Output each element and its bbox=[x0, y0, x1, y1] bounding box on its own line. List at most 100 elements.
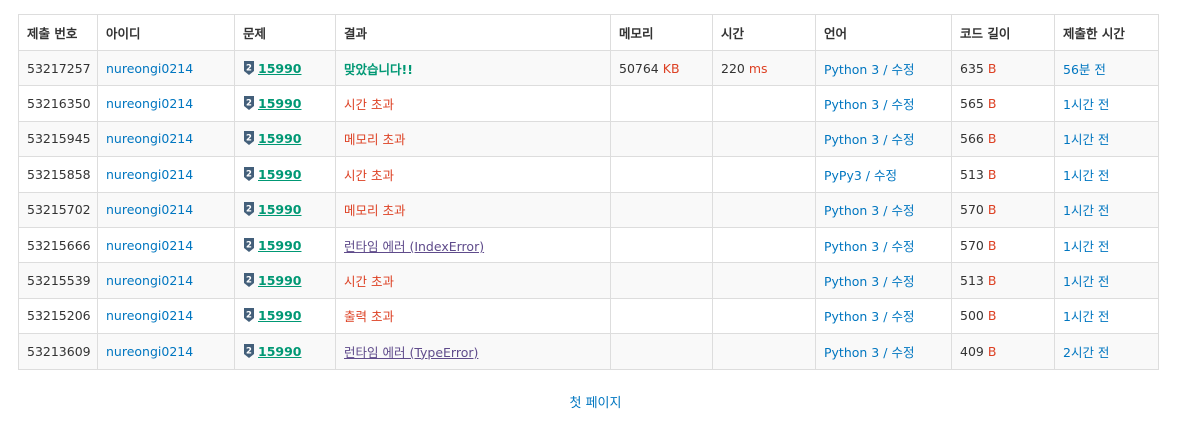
language-link[interactable]: Python 3 bbox=[824, 345, 879, 360]
result-text: 맞았습니다!! bbox=[344, 61, 413, 77]
tier-level: 2 bbox=[246, 134, 252, 144]
user-link[interactable]: nureongi0214 bbox=[106, 238, 193, 253]
language-link[interactable]: Python 3 bbox=[824, 62, 879, 77]
user-link[interactable]: nureongi0214 bbox=[106, 202, 193, 217]
edit-link[interactable]: 수정 bbox=[891, 132, 914, 147]
user-cell: nureongi0214 bbox=[97, 226, 235, 264]
problem-link[interactable]: 15990 bbox=[258, 61, 302, 76]
code-length-value: 409 bbox=[960, 343, 984, 359]
user-link[interactable]: nureongi0214 bbox=[106, 167, 193, 182]
user-link[interactable]: nureongi0214 bbox=[106, 273, 193, 288]
header-time: 시간 bbox=[712, 14, 816, 51]
problem-link[interactable]: 15990 bbox=[258, 238, 302, 253]
problem-link[interactable]: 15990 bbox=[258, 344, 302, 359]
result-text: 시간 초과 bbox=[344, 274, 394, 290]
edit-link[interactable]: 수정 bbox=[891, 309, 914, 324]
time-cell: 220 ms bbox=[712, 49, 816, 87]
edit-link[interactable]: 수정 bbox=[891, 62, 914, 77]
language-cell: Python 3 / 수정 bbox=[815, 333, 952, 370]
language-link[interactable]: Python 3 bbox=[824, 203, 879, 218]
tier-level: 2 bbox=[246, 205, 252, 215]
edit-link[interactable]: 수정 bbox=[891, 345, 914, 360]
user-link[interactable]: nureongi0214 bbox=[106, 131, 193, 146]
language-link[interactable]: Python 3 bbox=[824, 274, 879, 289]
first-page-link[interactable]: 첫 페이지 bbox=[570, 396, 622, 411]
header-language: 언어 bbox=[815, 14, 952, 51]
user-cell: nureongi0214 bbox=[97, 262, 235, 299]
code-length-value: 566 bbox=[960, 131, 984, 147]
submitted-at-link[interactable]: 1시간 전 bbox=[1063, 274, 1109, 289]
edit-link[interactable]: 수정 bbox=[891, 239, 914, 254]
memory-unit: KB bbox=[662, 60, 680, 76]
edit-link[interactable]: 수정 bbox=[891, 274, 914, 289]
submitted-at-link[interactable]: 2시간 전 bbox=[1063, 345, 1109, 360]
submission-id: 53215206 bbox=[18, 297, 98, 335]
user-link[interactable]: nureongi0214 bbox=[106, 308, 193, 323]
user-cell: nureongi0214 bbox=[97, 156, 235, 193]
result-text[interactable]: 런타임 에러 (TypeError) bbox=[344, 345, 478, 360]
language-link[interactable]: Python 3 bbox=[824, 309, 879, 324]
result-text: 시간 초과 bbox=[344, 167, 394, 183]
user-link[interactable]: nureongi0214 bbox=[106, 61, 193, 76]
code-length-unit: B bbox=[987, 343, 997, 359]
problem-link[interactable]: 15990 bbox=[258, 131, 302, 146]
result-cell: 메모리 초과 bbox=[335, 191, 611, 228]
edit-link[interactable]: 수정 bbox=[891, 97, 914, 112]
submitted-at-link[interactable]: 1시간 전 bbox=[1063, 97, 1109, 112]
edit-link[interactable]: 수정 bbox=[891, 203, 914, 218]
result-text: 시간 초과 bbox=[344, 97, 394, 113]
language-link[interactable]: Python 3 bbox=[824, 239, 879, 254]
problem-link[interactable]: 15990 bbox=[258, 96, 302, 111]
problem-cell: 2 15990 bbox=[234, 297, 336, 335]
result-cell: 런타임 에러 (IndexError) bbox=[335, 226, 611, 264]
edit-link[interactable]: 수정 bbox=[874, 168, 897, 183]
header-memory: 메모리 bbox=[610, 14, 713, 51]
submission-id: 53217257 bbox=[18, 49, 98, 87]
language-link[interactable]: PyPy3 bbox=[824, 168, 862, 183]
submitted-at-link[interactable]: 1시간 전 bbox=[1063, 309, 1109, 324]
problem-cell: 2 15990 bbox=[234, 191, 336, 228]
memory-cell bbox=[610, 262, 713, 299]
table-row: 53215539 nureongi0214 2 15990 시간 초과 Python 3 … bbox=[18, 262, 1159, 299]
result-cell: 런타임 에러 (TypeError) bbox=[335, 333, 611, 370]
user-link[interactable]: nureongi0214 bbox=[106, 96, 193, 111]
tier-level: 2 bbox=[246, 63, 252, 73]
submitted-at-cell: 1시간 전 bbox=[1054, 262, 1159, 299]
tier-level: 2 bbox=[246, 275, 252, 285]
submitted-at-link[interactable]: 1시간 전 bbox=[1063, 203, 1109, 218]
user-cell: nureongi0214 bbox=[97, 49, 235, 87]
code-length-cell: 409 B bbox=[951, 333, 1055, 370]
user-link[interactable]: nureongi0214 bbox=[106, 344, 193, 359]
problem-link[interactable]: 15990 bbox=[258, 308, 302, 323]
table-row: 53215945 nureongi0214 2 15990 메모리 초과 Python 3… bbox=[18, 120, 1159, 158]
submitted-at-link[interactable]: 1시간 전 bbox=[1063, 168, 1109, 183]
result-text[interactable]: 런타임 에러 (IndexError) bbox=[344, 239, 484, 254]
user-cell: nureongi0214 bbox=[97, 191, 235, 228]
problem-cell: 2 15990 bbox=[234, 156, 336, 193]
submitted-at-link[interactable]: 56분 전 bbox=[1063, 62, 1106, 77]
table-row: 53216350 nureongi0214 2 15990 시간 초과 Python 3 … bbox=[18, 85, 1159, 122]
tier-level: 2 bbox=[246, 346, 252, 356]
time-cell bbox=[712, 262, 816, 299]
submitted-at-link[interactable]: 1시간 전 bbox=[1063, 132, 1109, 147]
memory-value: 50764 bbox=[619, 60, 659, 76]
table-row: 53215702 nureongi0214 2 15990 메모리 초과 Python 3… bbox=[18, 191, 1159, 228]
problem-link[interactable]: 15990 bbox=[258, 167, 302, 182]
problem-cell: 2 15990 bbox=[234, 120, 336, 158]
code-length-cell: 565 B bbox=[951, 85, 1055, 122]
memory-cell bbox=[610, 85, 713, 122]
silver-tier-badge-icon: 2 bbox=[243, 237, 255, 252]
status-table: 제출 번호 아이디 문제 결과 메모리 시간 언어 코드 길이 제출한 시간 5… bbox=[18, 14, 1159, 370]
problem-link[interactable]: 15990 bbox=[258, 202, 302, 217]
language-cell: PyPy3 / 수정 bbox=[815, 156, 952, 193]
submitted-at-cell: 2시간 전 bbox=[1054, 333, 1159, 370]
header-user: 아이디 bbox=[97, 14, 235, 51]
language-link[interactable]: Python 3 bbox=[824, 97, 879, 112]
submitted-at-link[interactable]: 1시간 전 bbox=[1063, 239, 1109, 254]
code-length-unit: B bbox=[987, 131, 997, 147]
problem-cell: 2 15990 bbox=[234, 49, 336, 87]
code-length-value: 565 bbox=[960, 96, 984, 112]
code-length-cell: 513 B bbox=[951, 156, 1055, 193]
problem-link[interactable]: 15990 bbox=[258, 273, 302, 288]
language-link[interactable]: Python 3 bbox=[824, 132, 879, 147]
